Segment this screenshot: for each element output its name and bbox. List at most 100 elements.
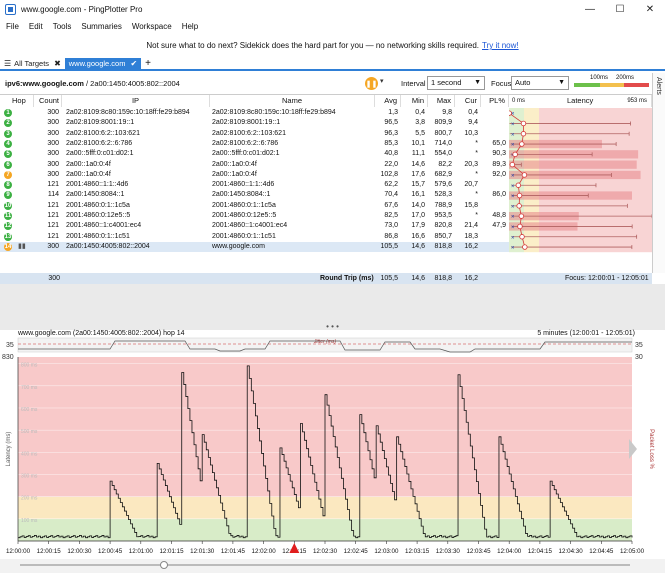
cell-name: www.google.com [212, 242, 265, 250]
hop-number: 1 [4, 109, 12, 117]
cell-max: 9,8 [442, 109, 452, 116]
cell-count: 114 [47, 191, 59, 199]
y-tick-label: 800 ms [21, 363, 38, 369]
interval-select[interactable]: 1 second ▼ [427, 76, 485, 90]
cell-ip: 2a02:8109:8001:19::1 [66, 119, 135, 127]
hop-number: 14 [4, 242, 12, 251]
header-count[interactable]: Count [34, 95, 62, 107]
x-tick-label: 12:02:00 [252, 548, 277, 555]
avg-point [512, 151, 518, 158]
cell-cur: 9,4 [468, 119, 478, 127]
x-tick-label: 12:01:30 [190, 548, 215, 555]
focus-label: Focus [491, 79, 512, 88]
x-tick-label: 12:03:45 [466, 548, 491, 555]
cell-cur: 21,4 [464, 222, 478, 230]
maximize-button[interactable]: ☐ [605, 0, 635, 19]
cell-avg: 73,0 [384, 222, 398, 230]
tab-bar: ☰ All Targets ✖ www.google.com ✔ + [0, 57, 665, 71]
avg-point [522, 244, 528, 250]
tab-all-targets[interactable]: ☰ All Targets ✖ [0, 58, 65, 70]
pause-dropdown-icon[interactable]: ▾ [380, 77, 384, 85]
cell-count: 300 [47, 160, 59, 168]
latency-timeline-graph[interactable]: 35 35 Jitter (ms) 800 ms 700 ms 600 ms 500 ms 4… [0, 337, 665, 559]
x-tick-label: 12:05:00 [620, 548, 645, 555]
x-tick-label: 12:00:30 [67, 548, 92, 555]
target-host: ipv6:www.google.com [5, 79, 84, 88]
close-button[interactable]: ✕ [635, 0, 665, 19]
app-icon [5, 4, 16, 15]
scroll-thumb[interactable] [160, 561, 168, 569]
header-name[interactable]: Name [210, 95, 375, 107]
x-tick-label: 12:01:00 [129, 548, 154, 555]
cell-avg: 102,8 [380, 170, 398, 178]
alerts-panel[interactable]: Alerts [652, 73, 665, 273]
legend-yellow [600, 83, 624, 87]
header-ip[interactable]: IP [62, 95, 210, 107]
cell-ip: 2001:4860::1:1::4d6 [66, 181, 129, 189]
cell-pl: 65,0 [492, 139, 506, 147]
tab-all-targets-label: All Targets [14, 59, 50, 68]
expand-panel-icon [629, 439, 637, 459]
cell-cur: * [475, 150, 478, 158]
tab-google[interactable]: www.google.com ✔ [64, 57, 142, 70]
min-marker: × [511, 194, 515, 200]
avg-point [520, 131, 527, 137]
cell-min: 3,8 [415, 119, 425, 127]
focus-select[interactable]: Auto ▼ [511, 76, 569, 90]
cell-pl: 89,3 [492, 160, 506, 168]
menu-summaries[interactable]: Summaries [81, 22, 121, 31]
cell-min: 17,9 [411, 222, 425, 230]
hop-number: 5 [4, 150, 12, 159]
cell-count: 300 [47, 119, 59, 127]
check-icon[interactable]: ✔ [130, 59, 137, 68]
cell-min: 16,6 [411, 232, 425, 240]
cell-pl: 48,8 [492, 212, 506, 219]
time-scrollbar[interactable] [0, 559, 665, 573]
add-tab-button[interactable]: + [145, 58, 151, 69]
header-cur[interactable]: Cur [455, 95, 481, 107]
menu-help[interactable]: Help [182, 22, 198, 31]
promo-text: Not sure what to do next? Sidekick does … [146, 41, 479, 50]
summary-count: 300 [48, 275, 60, 282]
minimize-button[interactable]: — [575, 0, 605, 19]
cell-avg: 40,8 [384, 150, 398, 158]
header-pl[interactable]: PL% [481, 95, 509, 107]
graph-icon[interactable]: ▮▮ [18, 242, 26, 252]
min-marker: × [511, 225, 515, 231]
cell-name: 2a00::5fff:0:c01:d02:1 [212, 150, 280, 158]
cell-min: 10,1 [411, 139, 425, 147]
cell-count: 300 [47, 170, 59, 178]
header-avg[interactable]: Avg [375, 95, 401, 107]
menu-workspace[interactable]: Workspace [132, 22, 172, 31]
min-marker: × [511, 184, 515, 190]
avg-point [516, 203, 522, 209]
pause-button[interactable]: ❚❚ [365, 77, 378, 90]
summary-cur: 16,2 [464, 275, 478, 282]
menu-file[interactable]: File [6, 22, 19, 31]
cell-min: 17,6 [411, 170, 425, 178]
cell-avg: 67,6 [384, 201, 398, 209]
cell-avg: 82,5 [384, 212, 398, 219]
header-hop[interactable]: Hop [0, 95, 34, 107]
summary-focus: Focus: 12:00:01 - 12:05:01 [565, 275, 649, 282]
avg-point [519, 234, 525, 240]
header-max[interactable]: Max [428, 95, 455, 107]
interval-label: Interval [401, 79, 426, 88]
menu-tools[interactable]: Tools [53, 22, 72, 31]
graph-range[interactable]: 5 minutes (12:00:01 - 12:05:01) [537, 330, 635, 337]
min-marker: × [511, 204, 515, 210]
promo-link[interactable]: Try it now! [482, 41, 519, 50]
avg-point [521, 172, 528, 178]
x-tick-label: 12:01:15 [159, 548, 184, 555]
close-tab-icon[interactable]: ✖ [54, 59, 61, 68]
cell-cur: 10,3 [464, 129, 478, 137]
cell-ip: 2a00::5fff:0:c01:d02:1 [66, 150, 134, 158]
menu-edit[interactable]: Edit [29, 22, 43, 31]
legend-100: 100ms [590, 75, 609, 81]
min-marker: × [511, 215, 515, 221]
cell-ip: 2a02:8100:6:2::103:621 [66, 129, 140, 137]
cell-count: 121 [47, 232, 59, 240]
min-marker: × [511, 235, 515, 241]
header-min[interactable]: Min [401, 95, 428, 107]
cell-avg: 85,3 [384, 139, 398, 147]
